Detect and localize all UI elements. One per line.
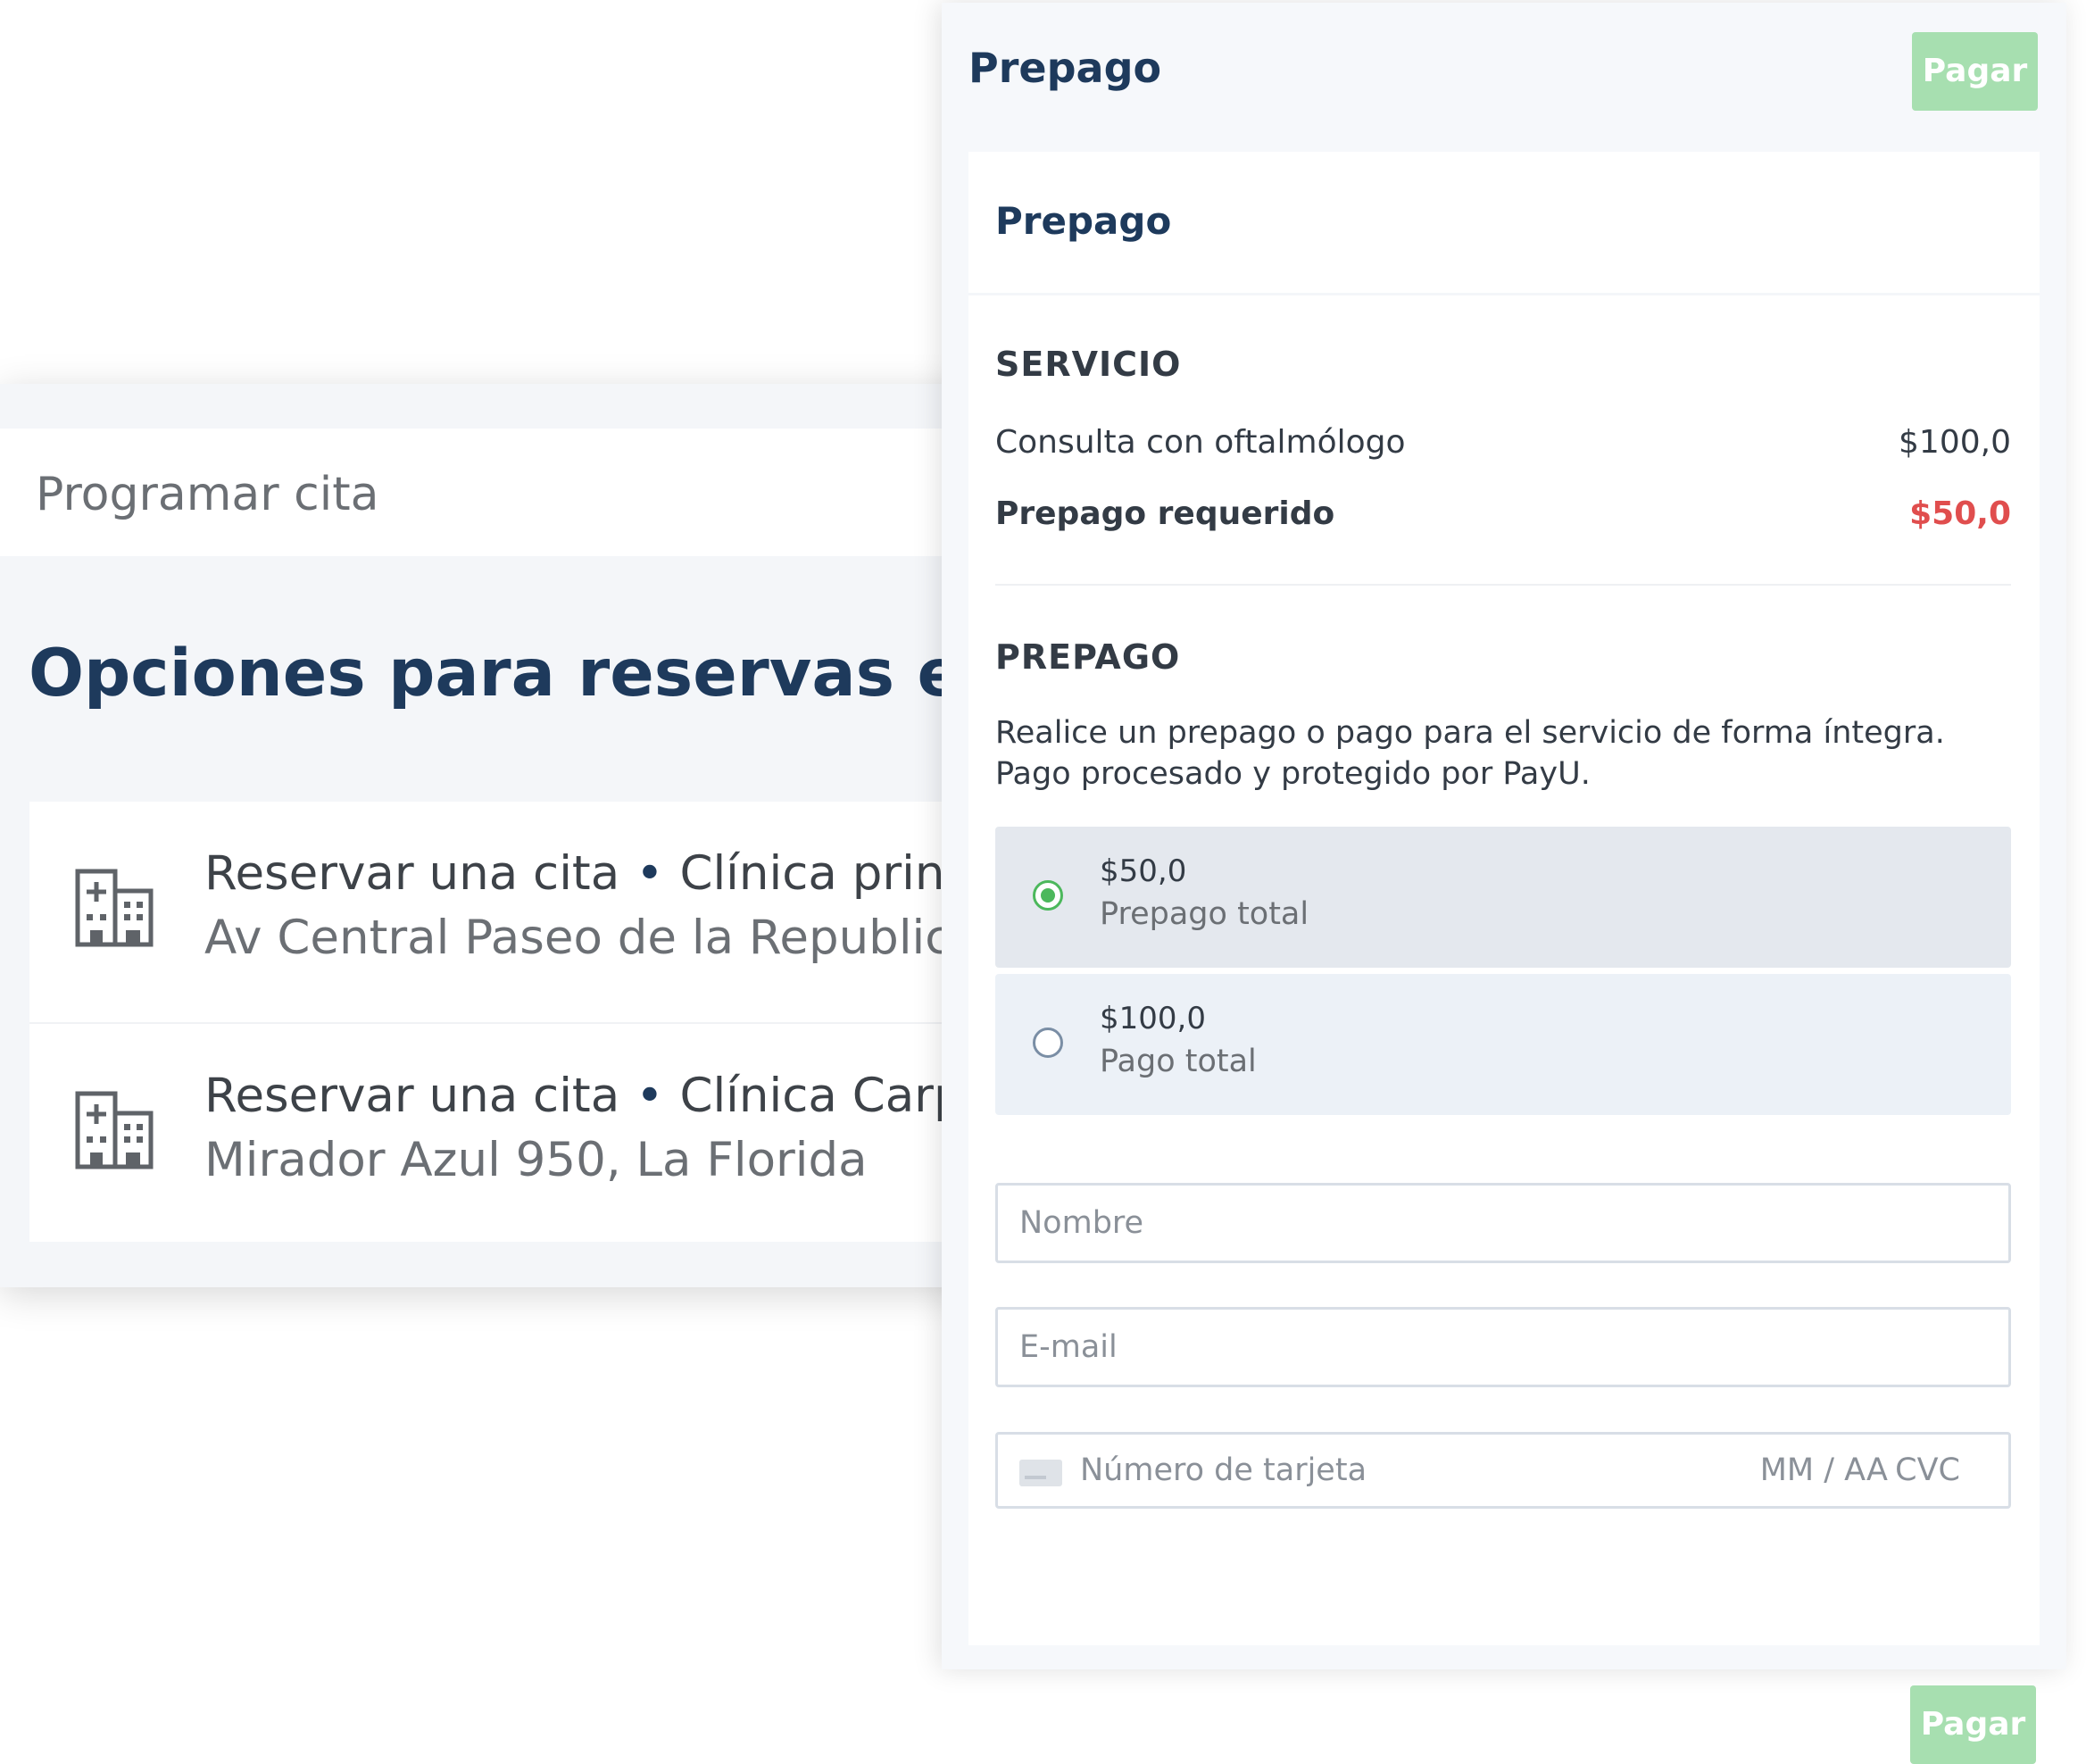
- location-title: Reservar una cita • Clínica Carpe l: [204, 1069, 1021, 1123]
- hospital-building-icon: [75, 869, 154, 947]
- payment-option-full[interactable]: $100,0 Pago total: [995, 974, 2011, 1115]
- card-title: Prepago: [995, 199, 1172, 243]
- clinic-address: Av Central Paseo de la Republica,: [204, 911, 995, 965]
- card-input[interactable]: Número de tarjeta MM / AA CVC: [995, 1432, 2011, 1509]
- required-prepay-amount: $50,0: [1909, 495, 2011, 532]
- hospital-building-icon: [75, 1091, 154, 1169]
- separator-dot: •: [636, 1069, 664, 1123]
- booking-type: Reservar una cita: [204, 846, 620, 901]
- name-input[interactable]: [995, 1183, 2011, 1263]
- prepago-card: Prepago SERVICIO Consulta con oftalmólog…: [968, 152, 2040, 1764]
- pay-button-top[interactable]: Pagar: [1912, 32, 2038, 111]
- card-expiry-placeholder[interactable]: MM / AA: [1760, 1452, 1888, 1488]
- location-title: Reservar una cita • Clínica princip: [204, 846, 1014, 901]
- option-label: Prepago total: [1100, 896, 1309, 932]
- credit-card-icon: [1019, 1460, 1062, 1486]
- divider: [968, 293, 2040, 295]
- service-item-label: Consulta con oftalmólogo: [995, 424, 1406, 461]
- booking-header: Programar cita: [0, 429, 1053, 556]
- clinic-address: Mirador Azul 950, La Florida: [204, 1133, 868, 1187]
- card-number-placeholder[interactable]: Número de tarjeta: [1080, 1452, 1367, 1488]
- location-item[interactable]: Reservar una cita • Clínica princip Av Cen…: [29, 802, 1053, 1021]
- location-list: Reservar una cita • Clínica princip Av Cen…: [29, 802, 1053, 1242]
- required-prepay-label: Prepago requerido: [995, 495, 1335, 532]
- option-label: Pago total: [1100, 1044, 1257, 1079]
- booking-card: Programar cita Opciones para reservas en…: [0, 384, 1121, 1287]
- location-item[interactable]: Reservar una cita • Clínica Carpe l Mirado…: [29, 1022, 1053, 1244]
- prepay-section-label: PREPAGO: [995, 637, 1181, 677]
- separator-dot: •: [636, 846, 664, 901]
- booking-type: Reservar una cita: [204, 1069, 620, 1123]
- prepay-description: Realice un prepago o pago para el servic…: [995, 715, 1945, 792]
- booking-header-title: Programar cita: [36, 468, 379, 521]
- service-item-price: $100,0: [1899, 424, 2011, 461]
- option-amount: $100,0: [1100, 1001, 1206, 1036]
- panel-title: Prepago: [968, 44, 1162, 92]
- radio-selected-icon[interactable]: [1033, 880, 1063, 911]
- card-cvc-placeholder[interactable]: CVC: [1895, 1452, 1960, 1488]
- service-section-label: SERVICIO: [995, 345, 1182, 384]
- radio-unselected-icon[interactable]: [1033, 1028, 1063, 1058]
- prepago-panel: Prepago Pagar Prepago SERVICIO Consulta …: [942, 3, 2066, 1764]
- pay-button-submit[interactable]: Pagar: [1910, 1685, 2036, 1764]
- payment-option-prepay[interactable]: $50,0 Prepago total: [995, 827, 2011, 968]
- divider: [995, 584, 2011, 586]
- option-amount: $50,0: [1100, 853, 1187, 889]
- email-input[interactable]: [995, 1307, 2011, 1387]
